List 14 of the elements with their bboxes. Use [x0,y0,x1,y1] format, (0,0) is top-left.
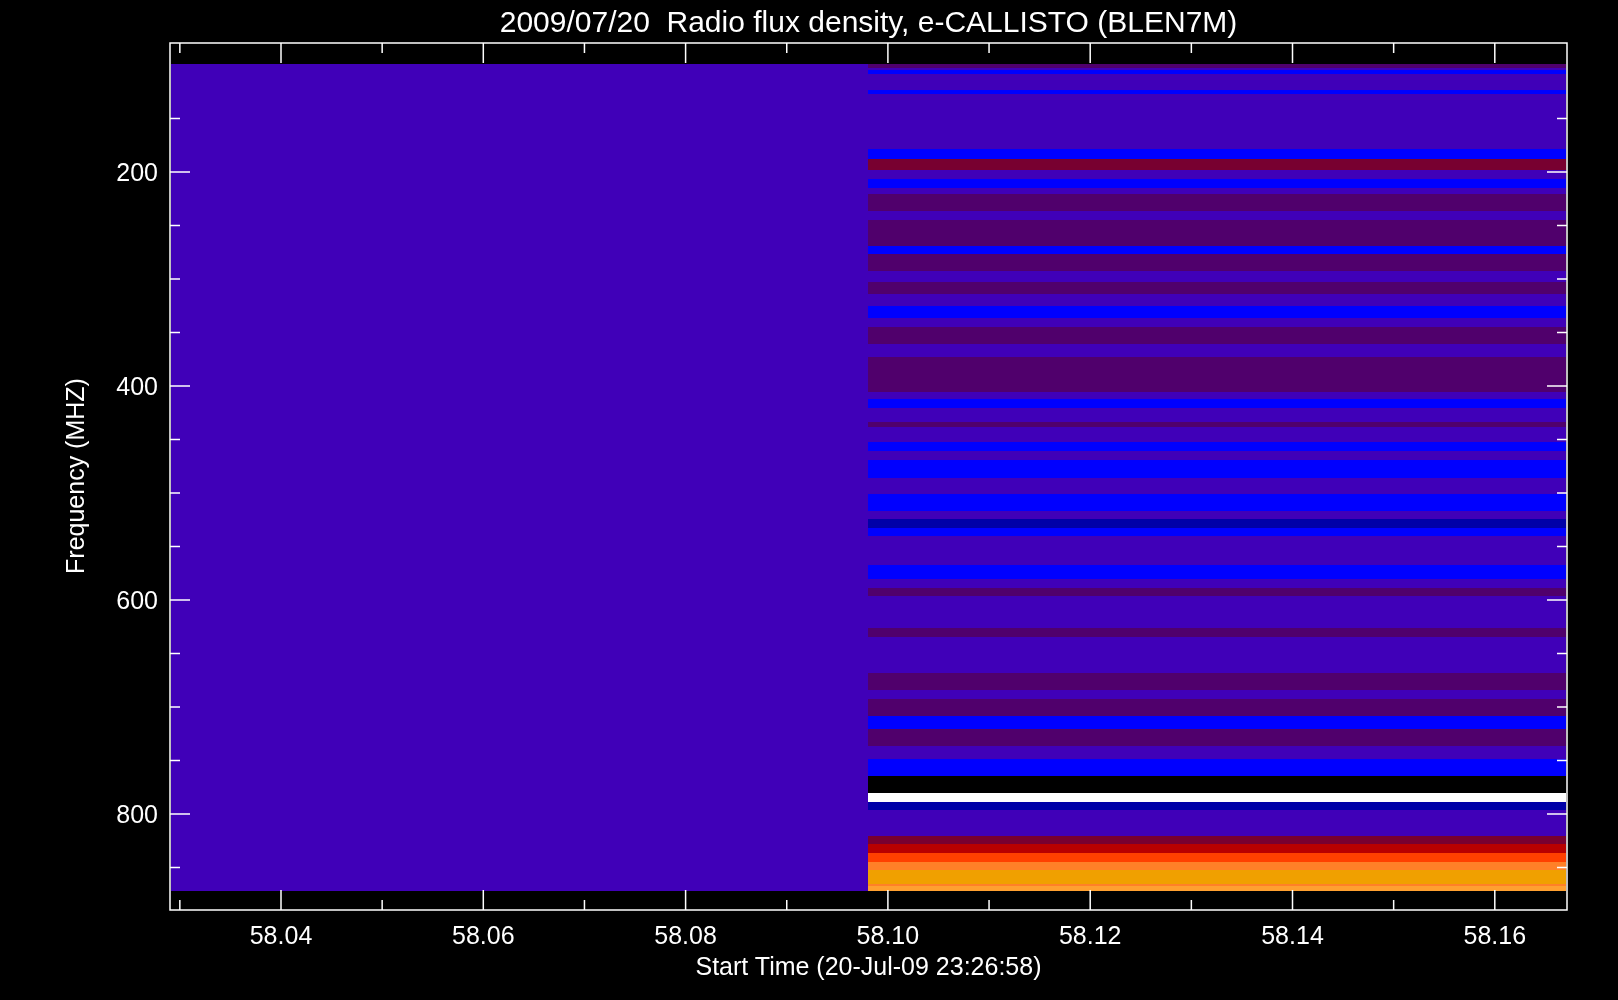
plot-title: 2009/07/20 Radio flux density, e-CALLISTO (BLEN7M) [499,5,1238,38]
x-tick-label: 58.06 [452,921,515,949]
y-axis-label: Frequency (MHZ) [61,378,89,574]
x-tick-label: 58.16 [1463,921,1527,949]
x-tick-label: 58.12 [1058,921,1122,949]
x-tick-label: 58.04 [249,921,313,949]
y-tick-label: 400 [116,372,158,400]
x-tick-label: 58.08 [654,921,717,949]
x-tick-label: 58.14 [1261,921,1324,949]
y-tick-label: 200 [116,158,158,186]
x-tick-label: 58.10 [856,921,920,949]
y-tick-label: 600 [116,586,158,614]
x-axis-label: Start Time (20-Jul-09 23:26:58) [695,952,1042,980]
y-tick-label: 800 [116,800,158,828]
